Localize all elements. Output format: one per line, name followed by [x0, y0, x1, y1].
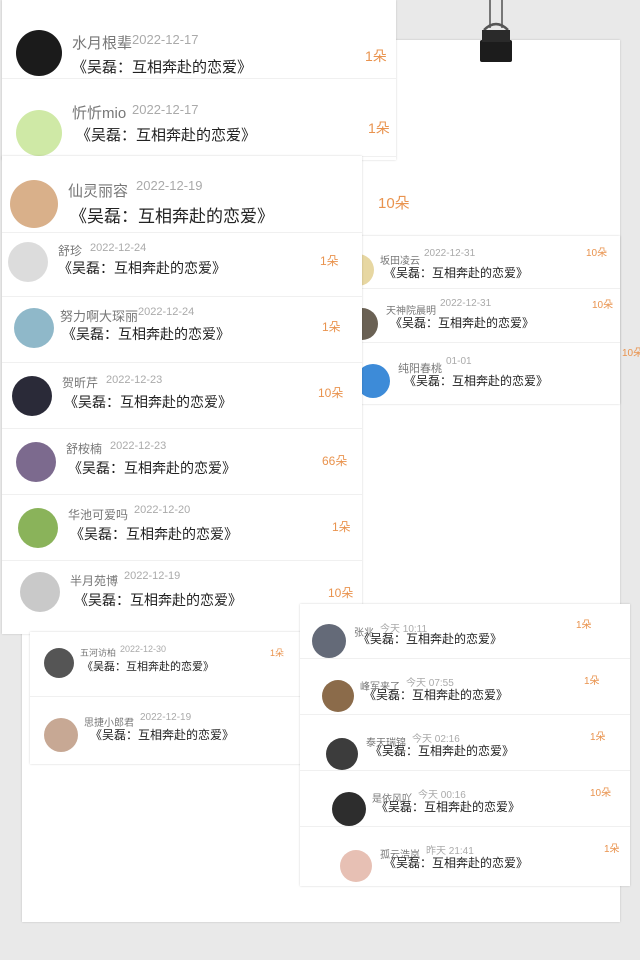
list-item[interactable]: 孤云浩岚 昨天 21:41 《吴磊：互相奔赴的恋爱》 1朵	[300, 828, 630, 884]
book-title: 《吴磊：互相奔赴的恋爱》	[82, 661, 214, 673]
gift-sheet-left-main: 仙灵丽容 2022-12-19 《吴磊：互相奔赴的恋爱》 10朵 舒珍 2022…	[2, 156, 410, 634]
gift-date: 2022-12-24	[90, 242, 147, 254]
gift-count: 10朵	[592, 300, 614, 311]
supporter-name: 仙灵丽容	[68, 183, 129, 200]
gift-count: 1朵	[365, 48, 387, 64]
gift-date: 2022-12-17	[132, 32, 199, 47]
avatar	[322, 680, 354, 712]
supporter-name: 水月根辈	[72, 35, 133, 52]
gift-sheet-right-bottom: 张兆 今天 10:11 《吴磊：互相奔赴的恋爱》 1朵 峰军来了 今天 07:5…	[300, 604, 630, 886]
supporter-name: 半月苑博	[70, 574, 119, 588]
supporter-name: 舒珍	[58, 244, 83, 258]
gift-count: 10朵	[622, 348, 640, 359]
book-title: 《吴磊：互相奔赴的恋爱》	[62, 326, 230, 342]
gift-count: 1朵	[270, 648, 285, 658]
supporter-name: 努力啊大琛丽	[60, 309, 139, 324]
supporter-name: 舒桉楠	[66, 442, 103, 456]
avatar	[8, 242, 48, 282]
list-item[interactable]: 峰军来了 今天 07:55 《吴磊：互相奔赴的恋爱》 1朵	[300, 660, 630, 715]
gift-count: 10朵	[328, 586, 354, 600]
gift-count: 1朵	[368, 120, 390, 136]
avatar	[312, 624, 346, 658]
list-item[interactable]: 五河访柏 2022-12-30 《吴磊：互相奔赴的恋爱》 1朵	[30, 632, 320, 697]
gift-date: 2022-12-31	[424, 248, 476, 259]
gift-count: 10朵	[586, 248, 608, 259]
book-title: 《吴磊：互相奔赴的恋爱》	[68, 460, 236, 476]
book-title: 《吴磊：互相奔赴的恋爱》	[70, 526, 238, 542]
book-title: 《吴磊：互相奔赴的恋爱》	[404, 374, 549, 388]
list-item[interactable]: 努力啊大琛丽 2022-12-24 《吴磊：互相奔赴的恋爱》 1朵	[2, 298, 362, 363]
avatar	[10, 180, 58, 228]
book-title: 《吴磊：互相奔赴的恋爱》	[64, 394, 232, 410]
avatar	[340, 850, 372, 882]
avatar	[326, 738, 358, 770]
supporter-name: 忻忻mio	[72, 105, 127, 122]
book-title: 《吴磊：互相奔赴的恋爱》	[370, 744, 515, 758]
book-title: 《吴磊：互相奔赴的恋爱》	[76, 127, 257, 144]
gift-count: 10朵	[378, 195, 410, 212]
gift-count: 1朵	[576, 620, 592, 631]
gift-date: 2022-12-31	[440, 298, 492, 309]
avatar	[44, 718, 78, 752]
list-item[interactable]: 水月根辈 2022-12-17 《吴磊：互相奔赴的恋爱》 1朵	[2, 6, 396, 79]
gift-count: 1朵	[332, 520, 351, 534]
avatar	[14, 308, 54, 348]
binder-clip-icon	[476, 0, 516, 70]
gift-sheet-left-bottom: 五河访柏 2022-12-30 《吴磊：互相奔赴的恋爱》 1朵 思捷小郎君 20…	[30, 632, 320, 764]
gift-date: 2022-12-19	[136, 178, 203, 193]
list-item[interactable]: 张兆 今天 10:11 《吴磊：互相奔赴的恋爱》 1朵	[300, 604, 630, 659]
avatar	[16, 30, 62, 76]
gift-date: 2022-12-24	[138, 306, 195, 318]
book-title: 《吴磊：互相奔赴的恋爱》	[384, 266, 529, 280]
book-title: 《吴磊：互相奔赴的恋爱》	[390, 316, 535, 330]
gift-count: 1朵	[590, 732, 606, 743]
avatar	[44, 648, 74, 678]
list-item[interactable]: 忻忻mio 2022-12-17 《吴磊：互相奔赴的恋爱》 1朵	[2, 80, 396, 157]
gift-date: 2022-12-19	[140, 712, 192, 723]
list-item[interactable]: 华池可爱吗 2022-12-20 《吴磊：互相奔赴的恋爱》 1朵	[2, 496, 362, 561]
gift-date: 2022-12-20	[134, 504, 191, 516]
avatar	[16, 442, 56, 482]
supporter-name: 贺昕芹	[62, 376, 99, 390]
gift-count: 1朵	[584, 676, 600, 687]
book-title: 《吴磊：互相奔赴的恋爱》	[384, 856, 529, 870]
gift-count: 1朵	[604, 844, 620, 855]
supporter-name: 华池可爱吗	[68, 508, 129, 522]
list-item[interactable]: 仙灵丽容 2022-12-19 《吴磊：互相奔赴的恋爱》 10朵	[2, 156, 410, 233]
gift-sheet-left-top: 水月根辈 2022-12-17 《吴磊：互相奔赴的恋爱》 1朵 忻忻mio 20…	[2, 0, 396, 160]
gift-date: 01-01	[446, 356, 472, 367]
gift-count: 10朵	[590, 788, 612, 799]
avatar	[332, 792, 366, 826]
gift-count: 1朵	[320, 254, 339, 268]
book-title: 《吴磊：互相奔赴的恋爱》	[376, 800, 521, 814]
book-title: 《吴磊：互相奔赴的恋爱》	[72, 59, 253, 76]
gift-count: 66朵	[322, 454, 348, 468]
list-item[interactable]: 舒桉楠 2022-12-23 《吴磊：互相奔赴的恋爱》 66朵	[2, 430, 362, 495]
avatar	[18, 508, 58, 548]
book-title: 《吴磊：互相奔赴的恋爱》	[58, 260, 226, 276]
book-title: 《吴磊：互相奔赴的恋爱》	[90, 728, 235, 742]
avatar	[20, 572, 60, 612]
gift-date: 2022-12-23	[110, 440, 167, 452]
gift-date: 2022-12-19	[124, 570, 181, 582]
list-item[interactable]: 舒珍 2022-12-24 《吴磊：互相奔赴的恋爱》 1朵	[2, 234, 362, 297]
list-item[interactable]: 是依风吖 今天 00:16 《吴磊：互相奔赴的恋爱》 10朵	[300, 772, 630, 827]
book-title: 《吴磊：互相奔赴的恋爱》	[74, 592, 242, 608]
book-title: 《吴磊：互相奔赴的恋爱》	[364, 688, 509, 702]
list-item[interactable]: 贺昕芹 2022-12-23 《吴磊：互相奔赴的恋爱》 10朵	[2, 364, 362, 429]
list-item[interactable]: 泰天瑞锦 今天 02:16 《吴磊：互相奔赴的恋爱》 1朵	[300, 716, 630, 771]
gift-date: 2022-12-23	[106, 374, 163, 386]
avatar	[16, 110, 62, 156]
avatar	[12, 376, 52, 416]
gift-count: 10朵	[318, 386, 344, 400]
list-item[interactable]: 思捷小郎君 2022-12-19 《吴磊：互相奔赴的恋爱》 1朵	[30, 698, 320, 762]
gift-count: 1朵	[322, 320, 341, 334]
book-title: 《吴磊：互相奔赴的恋爱》	[358, 632, 503, 646]
gift-date: 2022-12-17	[132, 102, 199, 117]
gift-date: 2022-12-30	[120, 644, 167, 654]
book-title: 《吴磊：互相奔赴的恋爱》	[70, 207, 274, 226]
